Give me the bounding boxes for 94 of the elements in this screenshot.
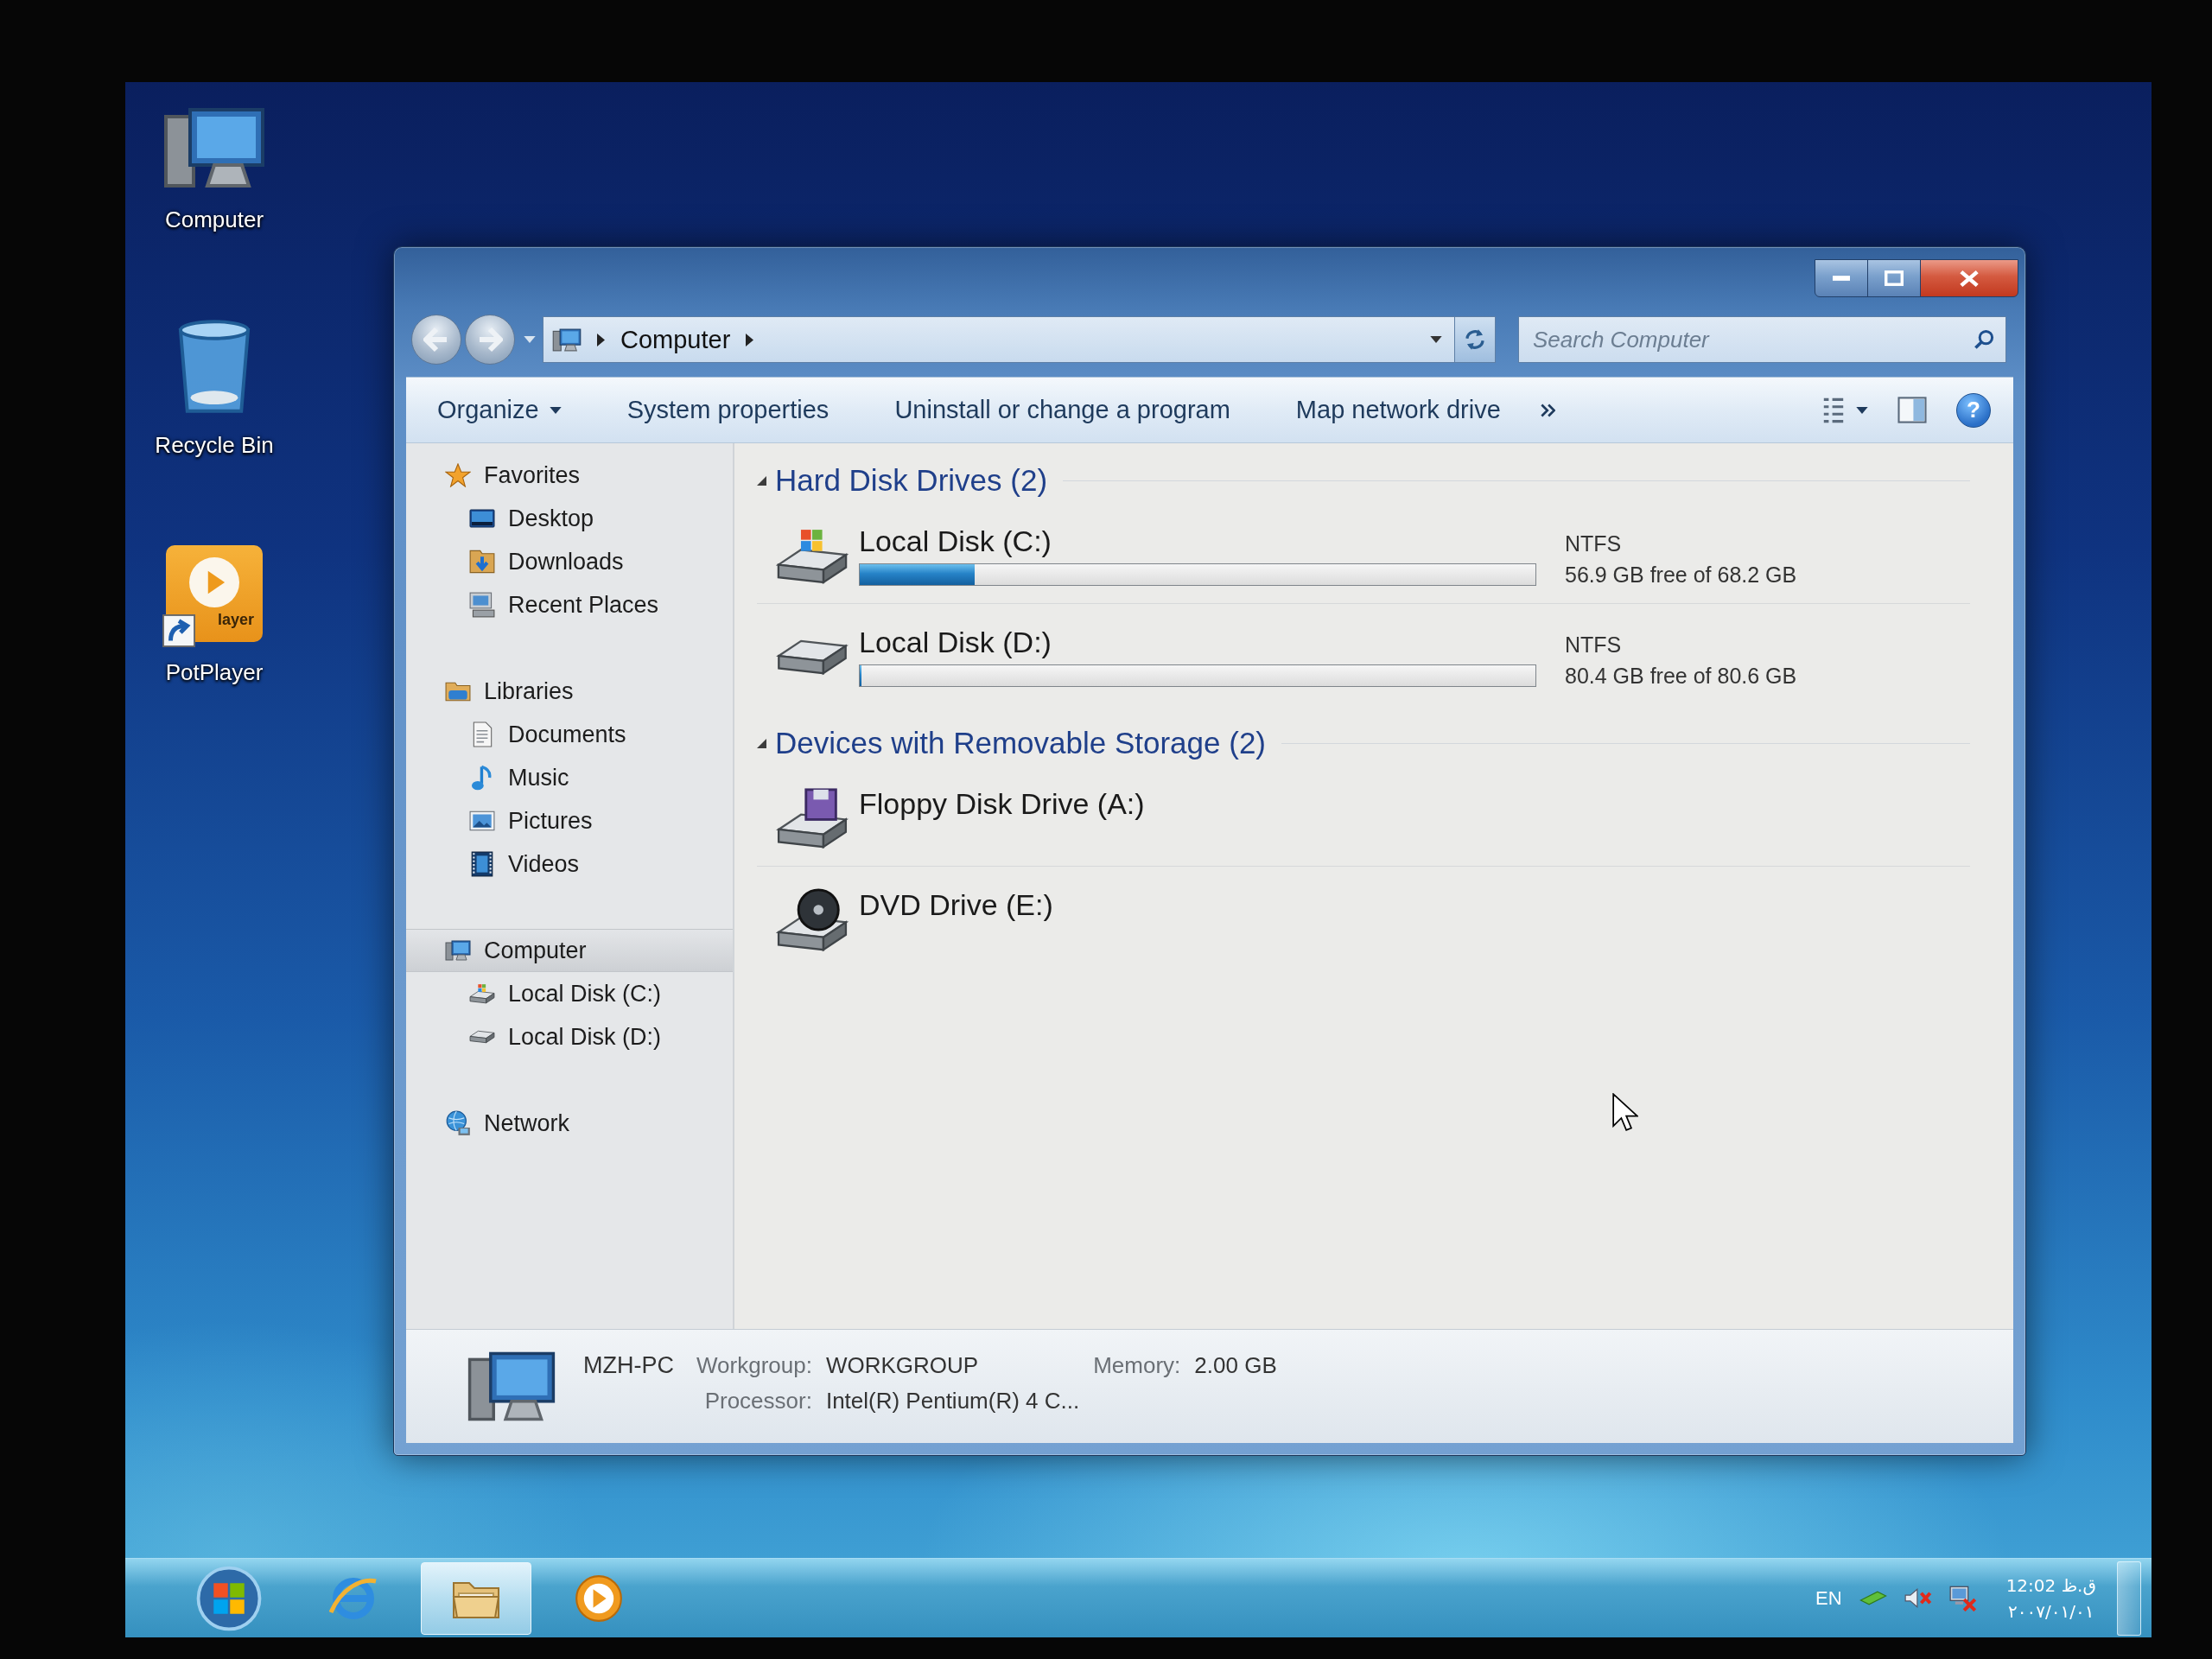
desktop-shortcut[interactable]: Computer xyxy=(162,106,266,233)
windows-orb-icon xyxy=(196,1565,262,1631)
sidebar-item[interactable]: Favorites xyxy=(444,454,581,497)
star-icon xyxy=(445,463,471,487)
group-title[interactable]: Devices with Removable Storage (2) xyxy=(775,726,1266,760)
forward-arrow-icon xyxy=(477,327,503,353)
volume-muted-icon xyxy=(1904,1588,1932,1608)
film-icon xyxy=(471,851,493,877)
recycle-bin-icon xyxy=(177,320,251,415)
preview-pane-icon xyxy=(1897,397,1927,423)
file-system-label: NTFS xyxy=(1565,531,1622,556)
more-commands-button[interactable] xyxy=(1540,403,1555,417)
dropdown-caret-icon[interactable] xyxy=(1430,336,1442,343)
music-note-icon xyxy=(472,765,493,791)
detail-value: Intel(R) Pentium(R) 4 C... xyxy=(825,1387,1080,1414)
sidebar-item[interactable]: Desktop xyxy=(468,497,594,540)
windows-drive-icon xyxy=(469,983,495,1004)
sidebar-item[interactable]: Downloads xyxy=(468,540,624,583)
breadcrumb-chevron-icon[interactable] xyxy=(597,333,605,346)
back-arrow-icon xyxy=(423,327,449,353)
desktop-shortcut[interactable]: layer PotPlayer xyxy=(165,545,264,686)
sidebar-item[interactable]: Local Disk (D:) xyxy=(468,1015,662,1058)
library-folder-icon xyxy=(445,681,471,702)
minimize-icon xyxy=(1833,276,1850,281)
browser-icon xyxy=(329,1577,378,1619)
minimize-button[interactable] xyxy=(1815,259,1868,297)
hard-drive-icon xyxy=(469,1030,495,1044)
drive-name[interactable]: Local Disk (C:) xyxy=(859,525,1052,556)
detail-label: Processor: xyxy=(704,1387,812,1414)
sidebar-item[interactable]: Recent Places xyxy=(468,583,659,626)
file-system-label: NTFS xyxy=(1565,632,1622,658)
sidebar-item[interactable]: Videos xyxy=(468,842,580,886)
mouse-pointer-icon xyxy=(1612,1093,1638,1131)
preview-pane-button[interactable] xyxy=(1897,397,1927,423)
expanded-triangle-icon[interactable] xyxy=(757,475,766,486)
breadcrumb-chevron-icon[interactable] xyxy=(746,333,754,346)
group-title[interactable]: Hard Disk Drives (2) xyxy=(775,463,1048,498)
download-folder-icon xyxy=(469,550,495,574)
sidebar-item[interactable]: Local Disk (C:) xyxy=(468,972,662,1015)
desktop-shortcut[interactable]: Recycle Bin xyxy=(155,320,274,459)
command-button[interactable]: Map network drive xyxy=(1295,396,1501,424)
detail-label: Workgroup: xyxy=(696,1351,812,1379)
close-button[interactable] xyxy=(1920,259,2018,297)
sidebar-item[interactable]: Documents xyxy=(468,713,626,756)
floppy-drive-icon xyxy=(776,787,849,849)
dvd-drive-icon xyxy=(776,887,849,952)
hard-drive-icon xyxy=(776,638,849,676)
drive-name[interactable]: DVD Drive (E:) xyxy=(859,889,1053,920)
sidebar-item[interactable]: Music xyxy=(468,756,569,799)
drive-name[interactable]: Local Disk (D:) xyxy=(859,626,1052,658)
close-icon xyxy=(1959,269,1980,288)
detail-label: Memory: xyxy=(1093,1351,1181,1379)
double-chevron-icon xyxy=(1540,403,1555,417)
detail-value: WORKGROUP xyxy=(825,1351,980,1379)
tray-app-icon xyxy=(1859,1591,1887,1605)
maximize-button[interactable] xyxy=(1867,259,1921,297)
free-space-text: 80.4 GB free of 80.6 GB xyxy=(1565,663,1797,689)
refresh-icon xyxy=(1465,328,1485,351)
computer-icon xyxy=(445,940,471,961)
maximize-icon xyxy=(1885,270,1904,286)
search-field[interactable]: Search Computer xyxy=(1518,316,2006,363)
tray-button[interactable] xyxy=(1948,1585,1977,1611)
dropdown-caret-icon[interactable] xyxy=(549,406,562,414)
taskbar-button[interactable] xyxy=(421,1561,531,1635)
sidebar-item[interactable]: Computer xyxy=(406,929,733,972)
computer-icon xyxy=(552,327,582,352)
logo-text: layer xyxy=(217,611,254,629)
search-icon[interactable] xyxy=(1974,329,1994,350)
picture-icon xyxy=(469,810,495,831)
sidebar-item[interactable]: Libraries xyxy=(444,670,574,713)
media-player-icon xyxy=(575,1573,623,1623)
computer-icon xyxy=(162,106,266,189)
address-bar[interactable]: Computer xyxy=(543,316,1454,363)
play-icon xyxy=(189,557,239,607)
expanded-triangle-icon[interactable] xyxy=(757,738,766,748)
recent-places-icon xyxy=(469,592,495,618)
desktop-icon xyxy=(469,509,495,528)
dropdown-caret-icon[interactable] xyxy=(1856,406,1868,414)
command-button[interactable]: System properties xyxy=(626,396,830,424)
tray-button[interactable] xyxy=(1904,1588,1932,1608)
command-button[interactable]: Organize xyxy=(437,396,562,424)
network-icon xyxy=(445,1110,471,1136)
sidebar-item[interactable]: Network xyxy=(444,1102,570,1145)
breadcrumb-item[interactable]: Computer xyxy=(620,325,731,354)
drive-name[interactable]: Floppy Disk Drive (A:) xyxy=(859,788,1145,819)
document-icon xyxy=(472,721,493,747)
computer-icon xyxy=(467,1351,556,1422)
sidebar-item[interactable]: Pictures xyxy=(468,799,593,842)
command-button[interactable]: Uninstall or change a program xyxy=(894,396,1230,424)
network-disconnected-icon xyxy=(1948,1585,1977,1611)
free-space-text: 56.9 GB free of 68.2 GB xyxy=(1565,562,1797,588)
refresh-button[interactable] xyxy=(1454,316,1496,363)
detail-value: 2.00 GB xyxy=(1194,1351,1277,1379)
computer-name: MZH-PC xyxy=(583,1351,674,1379)
